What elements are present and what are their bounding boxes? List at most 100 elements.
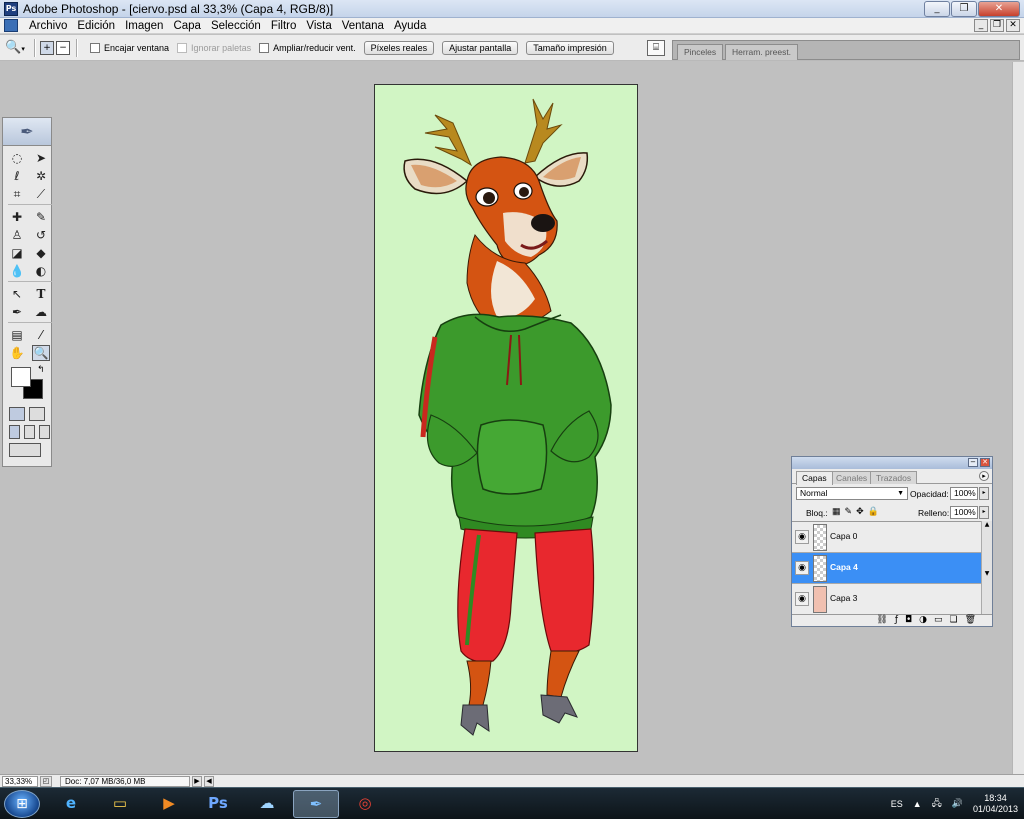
eye-icon[interactable]: ◉ <box>795 592 809 606</box>
quick-mask-mode-button[interactable] <box>29 407 45 421</box>
trash-icon[interactable]: 🗑 <box>965 615 976 626</box>
palette-menu-button[interactable]: ▸ <box>979 471 989 481</box>
lock-image-icon[interactable]: ✎ <box>845 506 853 517</box>
lock-transparency-icon[interactable]: ▦ <box>832 506 841 517</box>
menu-vista[interactable]: Vista <box>301 20 336 32</box>
print-size-button[interactable]: Tamaño impresión <box>526 40 614 55</box>
minimize-button[interactable]: _ <box>924 1 950 17</box>
fit-screen-button[interactable]: Ajustar pantalla <box>442 40 519 55</box>
doc-restore-button[interactable]: ❐ <box>990 19 1004 32</box>
photoshop-app-icon[interactable]: Ps <box>4 1 18 16</box>
menu-ayuda[interactable]: Ayuda <box>389 20 431 32</box>
document-canvas[interactable] <box>374 84 638 752</box>
tool-preset-picker[interactable]: 🔍▾ <box>0 40 30 55</box>
show-hidden-icons-icon[interactable]: ▲ <box>913 799 922 809</box>
doc-close-button[interactable]: ✕ <box>1006 19 1020 32</box>
start-button[interactable]: ⊞ <box>4 790 40 818</box>
menu-archivo[interactable]: Archivo <box>24 20 72 32</box>
document-icon[interactable] <box>4 19 18 32</box>
full-screen-mode-button[interactable] <box>39 425 50 439</box>
adjustment-layer-icon[interactable]: ◑ <box>919 615 927 626</box>
eye-icon[interactable]: ◉ <box>795 530 809 544</box>
hand-tool-icon[interactable]: ✋ <box>8 345 26 361</box>
fill-slider-button[interactable]: ▸ <box>979 506 989 519</box>
zoom-out-button[interactable]: − <box>56 40 70 55</box>
path-selection-tool-icon[interactable]: ↖ <box>8 286 26 302</box>
photoshop-pinned-icon[interactable]: Ps <box>195 790 241 818</box>
tab-herramientas-preestablecidas[interactable]: Herram. preest. <box>725 44 799 60</box>
file-explorer-icon[interactable]: ▭ <box>97 790 143 818</box>
close-button[interactable]: ✕ <box>978 1 1020 17</box>
tab-trazados[interactable]: Trazados <box>870 471 918 484</box>
file-browser-icon[interactable]: ⌸ <box>647 40 665 56</box>
menu-capa[interactable]: Capa <box>168 20 206 32</box>
network-icon[interactable]: 🖧 <box>932 796 942 812</box>
dodge-tool-icon[interactable]: ◐ <box>32 263 50 279</box>
media-player-icon[interactable]: ▶ <box>146 790 192 818</box>
menu-seleccion[interactable]: Selección <box>206 20 266 32</box>
photoshop-cs-taskbar-icon[interactable]: ✒ <box>293 790 339 818</box>
crop-tool-icon[interactable]: ⌗ <box>8 186 26 202</box>
paint-bucket-tool-icon[interactable]: ◆ <box>32 245 50 261</box>
palette-close-button[interactable]: ✕ <box>980 458 990 467</box>
new-group-icon[interactable]: ▭ <box>934 615 943 626</box>
palette-minimize-button[interactable]: − <box>968 458 978 467</box>
type-tool-icon[interactable]: T <box>32 286 50 302</box>
layer-style-icon[interactable]: ƒ <box>895 615 898 626</box>
eraser-tool-icon[interactable]: ◪ <box>8 245 26 261</box>
checkbox-box[interactable] <box>259 42 270 53</box>
slice-tool-icon[interactable]: ⟋ <box>32 186 50 202</box>
clock[interactable]: 18:34 01/04/2013 <box>973 793 1018 815</box>
status-menu-arrow[interactable]: ▶ <box>192 775 202 787</box>
scroll-left-arrow[interactable]: ◀ <box>204 775 214 787</box>
resize-windows-checkbox[interactable]: Encajar ventana <box>90 42 169 53</box>
standard-screen-mode-button[interactable] <box>9 425 20 439</box>
standard-mode-button[interactable] <box>9 407 25 421</box>
layer-row-capa-3[interactable]: ◉ Capa 3 <box>792 584 981 615</box>
menu-filtro[interactable]: Filtro <box>266 20 302 32</box>
eyedropper-tool-icon[interactable]: ⁄ <box>32 327 50 343</box>
new-layer-icon[interactable]: ❏ <box>949 615 957 626</box>
zoom-in-button[interactable]: + <box>40 40 54 55</box>
doc-minimize-button[interactable]: _ <box>974 19 988 32</box>
full-screen-menu-mode-button[interactable] <box>24 425 35 439</box>
internet-explorer-icon[interactable]: e <box>48 790 94 818</box>
marquee-tool-icon[interactable]: ◌ <box>8 150 26 166</box>
brush-tool-icon[interactable]: ✎ <box>32 209 50 225</box>
pen-tool-icon[interactable]: ✒ <box>8 304 26 320</box>
tab-capas[interactable]: Capas <box>796 471 833 485</box>
imageready-jump-button[interactable] <box>9 443 41 457</box>
foreground-color-swatch[interactable] <box>11 367 31 387</box>
zoom-level-field[interactable]: 33,33% <box>2 775 38 787</box>
opacity-input[interactable]: 100% <box>950 487 978 500</box>
tab-canales[interactable]: Canales <box>830 471 874 484</box>
language-indicator[interactable]: ES <box>891 799 903 809</box>
document-status-icon[interactable]: ◰ <box>40 775 52 787</box>
menu-ventana[interactable]: Ventana <box>337 20 389 32</box>
zoom-all-windows-checkbox[interactable]: Ampliar/reducir vent. <box>259 42 356 53</box>
link-icon[interactable]: ⛓ <box>876 615 887 626</box>
move-tool-icon[interactable]: ➤ <box>32 150 50 166</box>
lock-all-icon[interactable]: 🔒 <box>868 506 879 517</box>
checkbox-box[interactable] <box>90 42 100 53</box>
custom-shape-tool-icon[interactable]: ☁ <box>32 304 50 320</box>
layer-row-capa-4[interactable]: ◉ Capa 4 <box>792 553 981 584</box>
layer-mask-icon[interactable]: ◘ <box>905 615 912 626</box>
blend-mode-dropdown[interactable]: Normal ▼ <box>796 487 908 500</box>
history-brush-tool-icon[interactable]: ↺ <box>32 227 50 243</box>
magic-wand-tool-icon[interactable]: ✲ <box>32 168 50 184</box>
volume-icon[interactable]: 🔊 <box>952 798 963 809</box>
opacity-slider-button[interactable]: ▸ <box>979 487 989 500</box>
eye-icon[interactable]: ◉ <box>795 561 809 575</box>
healing-brush-tool-icon[interactable]: ✚ <box>8 209 26 225</box>
lock-position-icon[interactable]: ✥ <box>856 506 864 517</box>
workspace-scrollbar[interactable] <box>1012 62 1024 774</box>
clone-stamp-tool-icon[interactable]: ♙ <box>8 227 26 243</box>
restore-button[interactable]: ❐ <box>951 1 977 17</box>
menu-edicion[interactable]: Edición <box>72 20 120 32</box>
toolbox-header[interactable]: ✒ <box>3 118 51 146</box>
palette-title-bar[interactable]: − ✕ <box>792 457 992 469</box>
network-app-icon[interactable]: ☁ <box>244 790 290 818</box>
menu-imagen[interactable]: Imagen <box>120 20 168 32</box>
swap-colors-icon[interactable]: ↰ <box>37 365 45 375</box>
